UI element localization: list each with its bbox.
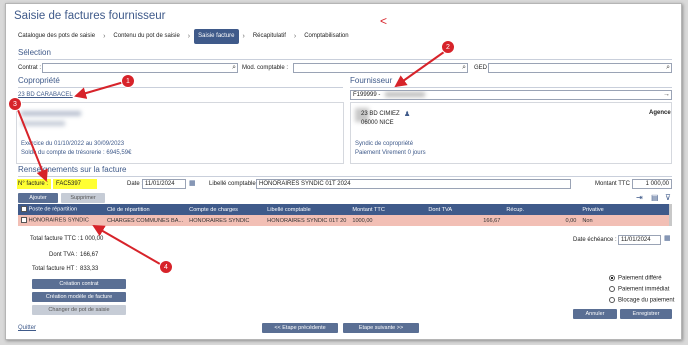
annotation-arrow [394,51,445,88]
main-window: Saisie de factures fournisseur < Catalog… [5,3,682,340]
callout-badge-2: 2 [441,40,455,54]
annotation-layer [17,51,445,265]
annotation-arrow [17,109,48,182]
annotation-arrow [92,225,161,265]
callout-badge-4: 4 [159,260,173,274]
callout-badge-3: 3 [8,97,22,111]
annotation-arrow [74,81,125,99]
callout-badge-1: 1 [121,74,135,88]
